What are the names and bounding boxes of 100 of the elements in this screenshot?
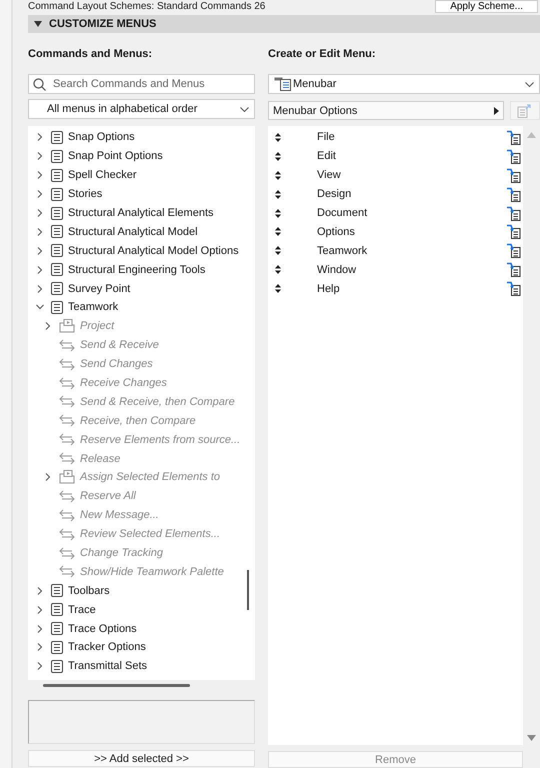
chevron-down-icon xyxy=(240,106,249,112)
tree-item[interactable]: Structural Analytical Elements xyxy=(28,204,255,222)
tree-item[interactable]: Snap Point Options xyxy=(28,146,255,166)
menubar-options-button[interactable]: Menubar Options xyxy=(268,101,504,120)
chevron-right-icon[interactable] xyxy=(36,190,44,198)
tree-item[interactable]: Teamwork xyxy=(28,298,255,317)
menu-list-icon xyxy=(51,206,63,220)
tree-item[interactable]: Toolbars xyxy=(28,581,255,600)
arrows-icon xyxy=(59,414,75,428)
search-icon xyxy=(33,78,46,91)
tree-item[interactable]: Transmittal Sets xyxy=(28,656,255,676)
menu-list-icon xyxy=(51,225,63,238)
menu-list-icon xyxy=(51,188,63,201)
menu-item[interactable]: Teamwork xyxy=(268,241,523,260)
menu-list-icon xyxy=(51,130,63,144)
collapse-triangle-icon xyxy=(34,21,42,27)
menu-item[interactable]: Document xyxy=(268,204,523,222)
scrollbar-thumb[interactable] xyxy=(247,570,249,610)
chevron-right-icon[interactable] xyxy=(36,606,44,614)
menu-list-icon xyxy=(51,622,63,636)
chevron-right-icon[interactable] xyxy=(36,133,44,142)
scheme-label: Command Layout Schemes: Standard Commands 26 xyxy=(28,1,266,12)
reorder-arrows-icon[interactable] xyxy=(275,152,281,161)
chevron-down-icon[interactable] xyxy=(36,303,44,312)
reorder-arrows-icon[interactable] xyxy=(275,170,281,180)
menu-item[interactable]: Design xyxy=(268,184,523,204)
menu-item[interactable]: View xyxy=(268,166,523,185)
scroll-down-icon[interactable] xyxy=(527,735,536,741)
menu-list-icon xyxy=(51,244,63,258)
chevron-right-icon[interactable] xyxy=(36,586,44,595)
convert-icon[interactable] xyxy=(506,243,521,258)
menu-list-icon xyxy=(51,660,63,673)
section-title: CUSTOMIZE MENUS xyxy=(49,18,156,30)
scrollbar-thumb[interactable] xyxy=(43,684,190,686)
arrows-icon xyxy=(59,358,75,371)
arrows-icon xyxy=(59,565,75,578)
add-selected-button[interactable]: >> Add selected >> xyxy=(28,750,255,767)
chevron-right-icon[interactable] xyxy=(36,228,44,236)
convert-icon[interactable] xyxy=(506,224,521,240)
menu-item[interactable]: Edit xyxy=(268,146,523,166)
tree-item[interactable]: Tracker Options xyxy=(28,638,255,657)
reorder-arrows-icon[interactable] xyxy=(275,132,281,142)
tree-item[interactable]: Trace Options xyxy=(28,619,255,638)
convert-icon[interactable] xyxy=(506,168,521,183)
tree-item[interactable]: Structural Analytical Model Options xyxy=(28,241,255,260)
chevron-right-icon[interactable] xyxy=(36,171,44,180)
chevron-right-icon[interactable] xyxy=(36,284,44,293)
reorder-arrows-icon[interactable] xyxy=(275,227,281,236)
chevron-right-icon[interactable] xyxy=(36,246,44,255)
tree-item[interactable]: Trace xyxy=(28,600,255,620)
menu-list-icon xyxy=(51,300,63,314)
filter-dropdown[interactable]: All menus in alphabetical order xyxy=(28,99,255,119)
section-header[interactable]: CUSTOMIZE MENUS xyxy=(28,15,540,33)
arrows-icon xyxy=(59,546,75,560)
convert-icon[interactable] xyxy=(506,281,521,296)
menu-item[interactable]: Help xyxy=(268,279,523,298)
apply-scheme-button[interactable]: Apply Scheme... xyxy=(435,0,538,13)
tree-item[interactable]: Stories xyxy=(28,184,255,204)
folder-icon xyxy=(59,470,75,484)
tree-item[interactable]: Survey Point xyxy=(28,279,255,298)
arrows-icon xyxy=(59,376,75,390)
chevron-right-icon[interactable] xyxy=(36,643,44,652)
reorder-arrows-icon[interactable] xyxy=(275,265,281,274)
menu-dropdown[interactable]: Menubar xyxy=(268,74,540,94)
folder-icon xyxy=(59,319,75,334)
chevron-right-icon[interactable] xyxy=(36,662,44,670)
tree-item[interactable]: Structural Engineering Tools xyxy=(28,260,255,280)
tree-item[interactable]: Structural Analytical Model xyxy=(28,222,255,242)
menu-list-icon xyxy=(51,603,63,616)
menu-item[interactable]: Window xyxy=(268,260,523,280)
convert-icon[interactable] xyxy=(506,262,521,278)
menu-item[interactable]: File xyxy=(268,128,523,147)
menu-list-icon xyxy=(51,168,63,182)
convert-icon[interactable] xyxy=(506,206,521,220)
arrows-icon xyxy=(59,433,75,446)
commands-heading: Commands and Menus: xyxy=(28,48,154,60)
menu-item[interactable]: Options xyxy=(268,222,523,242)
convert-icon[interactable] xyxy=(506,186,521,202)
reorder-arrows-icon[interactable] xyxy=(275,246,281,256)
menu-list-icon xyxy=(51,282,63,296)
chevron-down-icon xyxy=(525,82,534,86)
menu-list-icon xyxy=(51,640,63,654)
chevron-right-icon[interactable] xyxy=(36,152,44,160)
convert-icon[interactable] xyxy=(506,130,521,145)
triangle-right-icon xyxy=(494,106,499,114)
arrows-icon xyxy=(59,528,75,541)
reorder-arrows-icon[interactable] xyxy=(275,190,281,199)
tree-item[interactable]: Spell Checker xyxy=(28,166,255,185)
search-field[interactable]: Search Commands and Menus xyxy=(28,74,255,94)
arrows-icon xyxy=(59,395,75,408)
chevron-right-icon[interactable] xyxy=(36,266,44,274)
menu-list-icon xyxy=(51,150,63,163)
chevron-right-icon[interactable] xyxy=(36,624,44,633)
menu-list-icon xyxy=(51,584,63,598)
arrows-icon xyxy=(59,452,75,466)
tree-item[interactable]: Snap Options xyxy=(28,128,255,147)
chevron-right-icon[interactable] xyxy=(36,209,44,217)
reorder-arrows-icon[interactable] xyxy=(275,208,281,218)
convert-icon[interactable] xyxy=(506,148,521,164)
reorder-arrows-icon[interactable] xyxy=(275,284,281,294)
